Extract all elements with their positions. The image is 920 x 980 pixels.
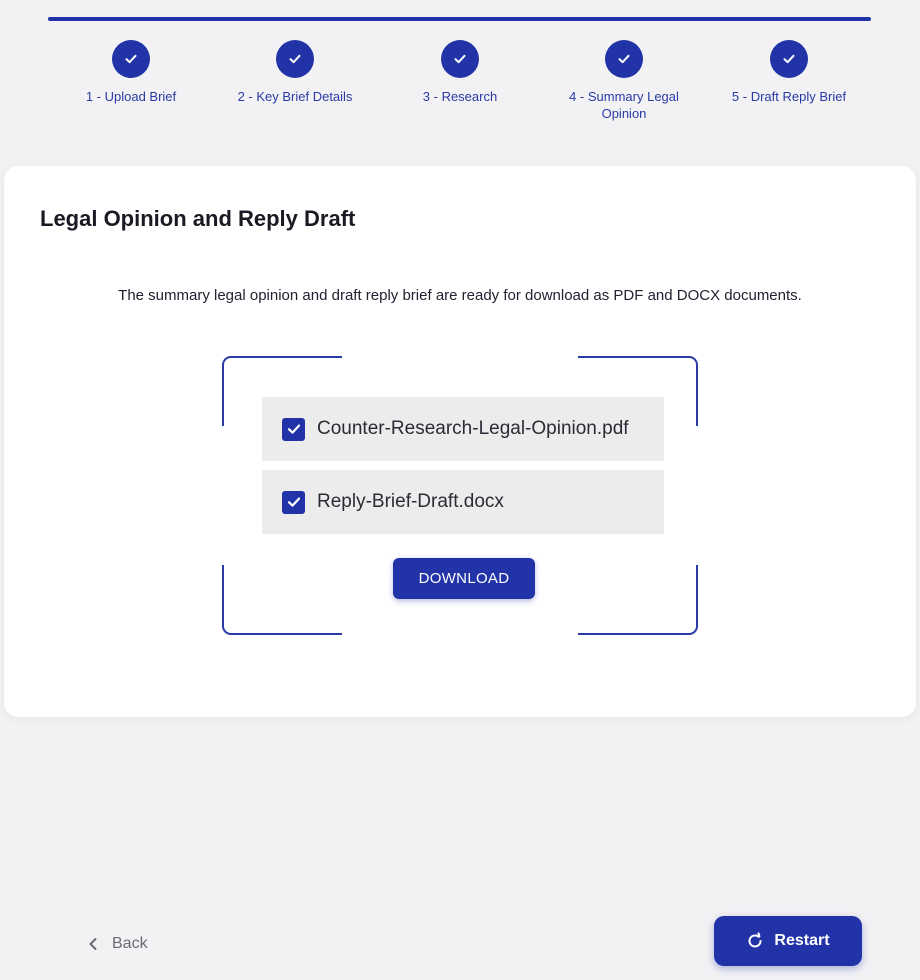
stepper: 1 - Upload Brief 2 - Key Brief Details 3… bbox=[0, 40, 920, 130]
step-label: 3 - Research bbox=[422, 89, 498, 104]
file-row-legal-opinion[interactable]: Counter-Research-Legal-Opinion.pdf bbox=[262, 397, 664, 461]
chevron-left-icon bbox=[88, 937, 98, 951]
restart-label: Restart bbox=[774, 932, 830, 949]
check-icon bbox=[605, 40, 643, 78]
check-icon bbox=[112, 40, 150, 78]
card-description: The summary legal opinion and draft repl… bbox=[118, 287, 802, 304]
file-selection-frame: Counter-Research-Legal-Opinion.pdf Reply… bbox=[222, 356, 698, 635]
check-icon bbox=[287, 497, 300, 507]
file-name: Reply-Brief-Draft.docx bbox=[317, 491, 504, 512]
check-icon bbox=[276, 40, 314, 78]
download-card: Legal Opinion and Reply Draft The summar… bbox=[4, 166, 916, 717]
restart-button[interactable]: Restart bbox=[714, 916, 862, 966]
refresh-icon bbox=[746, 932, 764, 950]
back-label: Back bbox=[112, 935, 148, 952]
file-checkbox[interactable] bbox=[282, 490, 305, 514]
step-label: 4 - Summary Legal Opinion bbox=[569, 89, 679, 121]
progress-bar bbox=[48, 17, 871, 21]
file-row-reply-brief[interactable]: Reply-Brief-Draft.docx bbox=[262, 470, 664, 534]
card-title: Legal Opinion and Reply Draft bbox=[40, 206, 356, 231]
step-key-brief-details[interactable]: 2 - Key Brief Details bbox=[210, 40, 380, 105]
step-label: 2 - Key Brief Details bbox=[237, 89, 353, 104]
file-name: Counter-Research-Legal-Opinion.pdf bbox=[317, 418, 629, 439]
file-checkbox[interactable] bbox=[282, 417, 305, 441]
step-label: 1 - Upload Brief bbox=[85, 89, 177, 104]
check-icon bbox=[441, 40, 479, 78]
check-icon bbox=[770, 40, 808, 78]
download-button[interactable]: DOWNLOAD bbox=[393, 558, 535, 599]
frame-corner bbox=[222, 565, 342, 635]
back-button[interactable]: Back bbox=[88, 930, 148, 958]
step-draft-reply-brief[interactable]: 5 - Draft Reply Brief bbox=[704, 40, 874, 105]
step-label: 5 - Draft Reply Brief bbox=[731, 89, 847, 104]
step-research[interactable]: 3 - Research bbox=[375, 40, 545, 105]
step-summary-legal-opinion[interactable]: 4 - Summary Legal Opinion bbox=[549, 40, 699, 122]
check-icon bbox=[287, 424, 300, 434]
frame-corner bbox=[578, 565, 698, 635]
step-upload-brief[interactable]: 1 - Upload Brief bbox=[46, 40, 216, 105]
